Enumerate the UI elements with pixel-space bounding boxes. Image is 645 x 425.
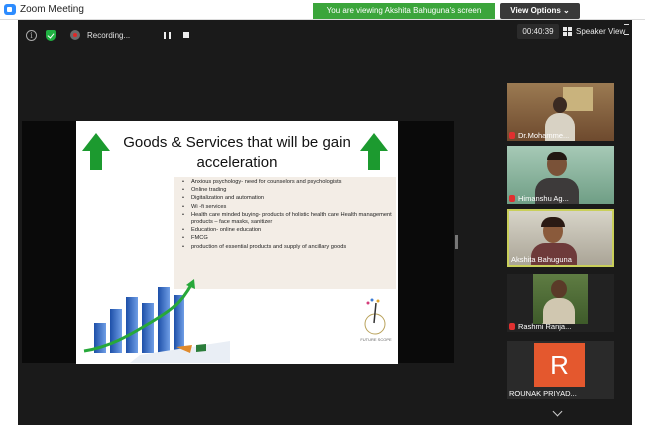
- resize-handle[interactable]: [455, 235, 458, 249]
- slide-bullet-box: Anxious psychology- need for counselors …: [174, 177, 396, 289]
- recording-dot-icon: [70, 30, 80, 40]
- recording-label: Recording...: [87, 30, 131, 40]
- growth-chart-illustration: [80, 275, 230, 363]
- slide-bullet: Education- online education: [182, 227, 392, 234]
- participant-tile[interactable]: Rashmi Ranja...: [507, 274, 614, 332]
- meeting-toolbar: i Recording...: [26, 28, 190, 42]
- stop-icon[interactable]: [183, 32, 190, 38]
- slide-title: Goods & Services that will be gain accel…: [106, 133, 368, 173]
- slide-title-line2: acceleration: [196, 154, 278, 171]
- speaker-view-label: Speaker View: [576, 27, 626, 36]
- participant-name: Himanshu Ag...: [509, 194, 569, 203]
- slide-bullet: Digitalization and automation: [182, 195, 392, 202]
- slide-bullet: Wi -fi services: [182, 204, 392, 211]
- slide-bullet: Anxious psychology- need for counselors …: [182, 179, 392, 186]
- grid-icon: [563, 27, 572, 36]
- participant-name: ROUNAK PRIYAD...: [509, 389, 577, 398]
- pause-icon[interactable]: [164, 31, 172, 39]
- screen-share-banner: You are viewing Akshita Bahuguna's scree…: [313, 3, 495, 19]
- info-icon[interactable]: i: [26, 29, 37, 41]
- participant-name: Akshita Bahuguna: [511, 255, 572, 264]
- zoom-camera-icon: [4, 4, 16, 15]
- fullscreen-icon[interactable]: [622, 23, 631, 35]
- mic-muted-icon: [509, 323, 515, 330]
- participant-name: Rashmi Ranja...: [509, 322, 571, 331]
- slide-bullet: production of essential products and sup…: [182, 244, 392, 251]
- chevron-down-icon[interactable]: [545, 406, 571, 420]
- participant-tile-active-speaker[interactable]: Akshita Bahuguna: [507, 209, 614, 267]
- slide-bullet: Health care minded buying- products of h…: [182, 212, 392, 226]
- future-scope-logo: FUTURE SCOPE: [360, 297, 392, 353]
- presentation-slide: Goods & Services that will be gain accel…: [76, 121, 398, 364]
- avatar: R: [534, 343, 585, 387]
- window-title: Zoom Meeting: [20, 4, 84, 15]
- meeting-area: i Recording... 00:40:39 Speaker View Goo…: [18, 20, 632, 425]
- mic-muted-icon: [509, 132, 515, 139]
- shield-icon[interactable]: [46, 29, 56, 41]
- slide-title-line1: Goods & Services that will be gain: [123, 134, 351, 151]
- meeting-timer: 00:40:39: [517, 24, 559, 39]
- participant-tile[interactable]: Himanshu Ag...: [507, 146, 614, 204]
- logo-text: FUTURE SCOPE: [360, 337, 392, 342]
- slide-bullet: FMCG: [182, 235, 392, 242]
- speaker-view-button[interactable]: Speaker View: [563, 24, 629, 39]
- participant-tile[interactable]: R ROUNAK PRIYAD...: [507, 341, 614, 399]
- mic-muted-icon: [509, 195, 515, 202]
- participant-tile[interactable]: Dr.Mohamme...: [507, 83, 614, 141]
- window-titlebar: Zoom Meeting You are viewing Akshita Bah…: [0, 0, 645, 20]
- view-options-button[interactable]: View Options ⌄: [500, 3, 580, 19]
- participant-name: Dr.Mohamme...: [509, 131, 569, 140]
- slide-bullet: Online trading: [182, 187, 392, 194]
